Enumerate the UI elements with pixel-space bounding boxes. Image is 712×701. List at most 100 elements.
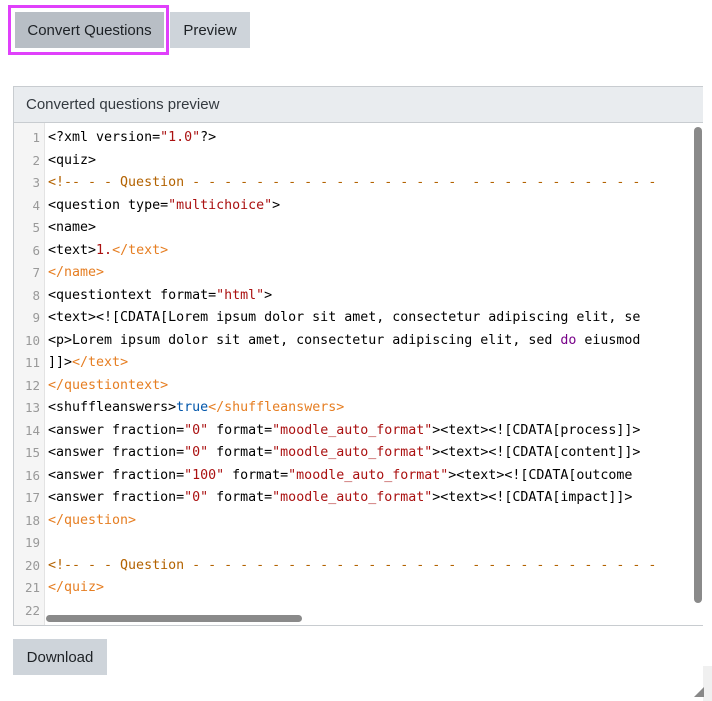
code-token: "moodle_auto_format" bbox=[288, 467, 449, 483]
card-header: Converted questions preview bbox=[14, 87, 703, 123]
code-token: "1.0" bbox=[160, 130, 201, 145]
code-line: 7 </name> bbox=[14, 262, 703, 285]
code-token: </questiontext> bbox=[48, 377, 169, 393]
code-token: </shuffleanswers> bbox=[208, 400, 345, 415]
code-token: "moodle_auto_format" bbox=[272, 422, 433, 438]
code-token: </quiz> bbox=[48, 580, 105, 595]
code-text: </questiontext> bbox=[48, 375, 168, 398]
code-text: <quiz> bbox=[48, 150, 96, 173]
code-token: "moodle_auto_format" bbox=[272, 445, 433, 460]
code-token: <shuffleanswers> bbox=[48, 400, 177, 415]
code-lines: 1 <?xml version="1.0"?> 2 <quiz> 3 <!-- - - Q… bbox=[14, 127, 703, 622]
code-text: <p>Lorem ipsum dolor sit amet, consectet… bbox=[48, 330, 640, 353]
line-number: 10 bbox=[24, 332, 40, 348]
code-token: <question type= bbox=[48, 197, 169, 213]
line-number: 22 bbox=[24, 602, 40, 618]
code-editor[interactable]: 1 <?xml version="1.0"?> 2 <quiz> 3 <!-- - - Q… bbox=[14, 123, 703, 625]
line-number: 12 bbox=[24, 377, 40, 393]
code-line: 10 <p>Lorem ipsum dolor sit amet, consect… bbox=[14, 330, 703, 353]
converted-preview-card: Converted questions preview 1 <?xml versi… bbox=[13, 86, 703, 626]
preview-button[interactable]: Preview bbox=[170, 12, 250, 48]
code-token: "100" bbox=[184, 467, 225, 483]
code-token: "html" bbox=[216, 287, 265, 303]
code-token: ><text><![CDATA[outcome bbox=[448, 467, 633, 483]
line-number: 17 bbox=[24, 490, 40, 505]
code-line: 18 </question> bbox=[14, 510, 703, 533]
code-text: <answer fraction="0" format="moodle_auto… bbox=[48, 420, 640, 443]
code-token: <quiz> bbox=[48, 152, 97, 168]
line-number: 13 bbox=[24, 400, 40, 415]
code-token: <questiontext format= bbox=[48, 287, 217, 303]
code-token: <answer fraction= bbox=[48, 445, 185, 460]
code-token: <answer fraction= bbox=[48, 490, 185, 505]
code-text: <?xml version="1.0"?> bbox=[48, 127, 216, 150]
code-text: </name> bbox=[48, 262, 104, 285]
code-token: "moodle_auto_format" bbox=[272, 490, 433, 505]
code-token: </text> bbox=[112, 242, 169, 258]
line-number: 16 bbox=[24, 467, 40, 483]
code-line: 16 <answer fraction="100" format="moodle_… bbox=[14, 465, 703, 488]
code-token: do bbox=[560, 332, 577, 348]
code-token: format= bbox=[208, 445, 273, 460]
code-token: ><text><![CDATA[content]]> bbox=[432, 445, 641, 460]
code-text: <questiontext format="html"> bbox=[48, 285, 272, 308]
code-token: </text> bbox=[72, 355, 129, 370]
code-token: ><text><![CDATA[process]]> bbox=[432, 422, 641, 438]
code-line: 17 <answer fraction="0" format="moodle_au… bbox=[14, 487, 703, 510]
line-number: 15 bbox=[24, 445, 40, 460]
code-token: true bbox=[176, 400, 209, 415]
code-token: "multichoice" bbox=[168, 197, 273, 213]
convert-questions-button[interactable]: Convert Questions bbox=[15, 12, 164, 48]
line-number: 6 bbox=[32, 242, 40, 258]
code-text: <shuffleanswers>true</shuffleanswers> bbox=[48, 397, 344, 420]
line-number: 18 bbox=[24, 512, 40, 528]
card-title: Converted questions preview bbox=[26, 96, 220, 113]
code-token: </name> bbox=[48, 265, 105, 280]
code-token: <!-- - - Question - - - - - - - - - - - … bbox=[48, 557, 657, 573]
vertical-scrollbar[interactable] bbox=[694, 127, 702, 603]
line-number: 2 bbox=[32, 152, 40, 168]
code-line: 13 <shuffleanswers>true</shuffleanswers> bbox=[14, 397, 703, 420]
line-number: 20 bbox=[24, 557, 40, 573]
code-text: <answer fraction="0" format="moodle_auto… bbox=[48, 487, 632, 510]
code-text: <answer fraction="0" format="moodle_auto… bbox=[48, 442, 640, 465]
code-token: "0" bbox=[184, 490, 209, 505]
code-line: 5 <name> bbox=[14, 217, 703, 240]
code-line: 1 <?xml version="1.0"?> bbox=[14, 127, 703, 150]
code-line: 6 <text>1.</text> bbox=[14, 240, 703, 263]
line-number: 7 bbox=[32, 265, 40, 280]
code-token: format= bbox=[208, 422, 273, 438]
code-text: ]]></text> bbox=[48, 352, 128, 375]
code-line: 20 <!-- - - Question - - - - - - - - - - … bbox=[14, 555, 703, 578]
code-token: </question> bbox=[48, 512, 137, 528]
code-token: <name> bbox=[48, 220, 97, 235]
code-token: 1. bbox=[96, 242, 113, 258]
code-token: ><text><![CDATA[impact]]> bbox=[432, 490, 633, 505]
code-token: <text> bbox=[48, 242, 97, 258]
code-token: format= bbox=[224, 467, 289, 483]
code-token: <!-- - - Question - - - - - - - - - - - … bbox=[48, 175, 657, 190]
code-text: <!-- - - Question - - - - - - - - - - - … bbox=[48, 172, 656, 195]
code-token: > bbox=[264, 287, 273, 303]
code-text: <name> bbox=[48, 217, 96, 240]
code-token: <answer fraction= bbox=[48, 467, 185, 483]
code-text: </quiz> bbox=[48, 577, 104, 600]
code-token: > bbox=[272, 197, 281, 213]
line-number: 11 bbox=[24, 355, 40, 370]
line-number: 5 bbox=[32, 220, 40, 235]
code-line: 9 <text><![CDATA[Lorem ipsum dolor sit am… bbox=[14, 307, 703, 330]
line-number: 3 bbox=[32, 175, 40, 190]
code-line: 3 <!-- - - Question - - - - - - - - - - -… bbox=[14, 172, 703, 195]
line-number: 21 bbox=[24, 580, 40, 595]
code-token: <p>Lorem ipsum dolor sit amet, consectet… bbox=[48, 332, 561, 348]
resize-grip-icon[interactable] bbox=[694, 687, 704, 697]
page-edge bbox=[703, 666, 712, 701]
line-number: 14 bbox=[24, 422, 40, 438]
code-token: "0" bbox=[184, 422, 209, 438]
code-token: <?xml version= bbox=[48, 130, 161, 145]
horizontal-scrollbar[interactable] bbox=[46, 615, 302, 622]
code-token: <answer fraction= bbox=[48, 422, 185, 438]
code-line: 11 ]]></text> bbox=[14, 352, 703, 375]
code-text: <text>1.</text> bbox=[48, 240, 168, 263]
download-button[interactable]: Download bbox=[13, 639, 107, 675]
